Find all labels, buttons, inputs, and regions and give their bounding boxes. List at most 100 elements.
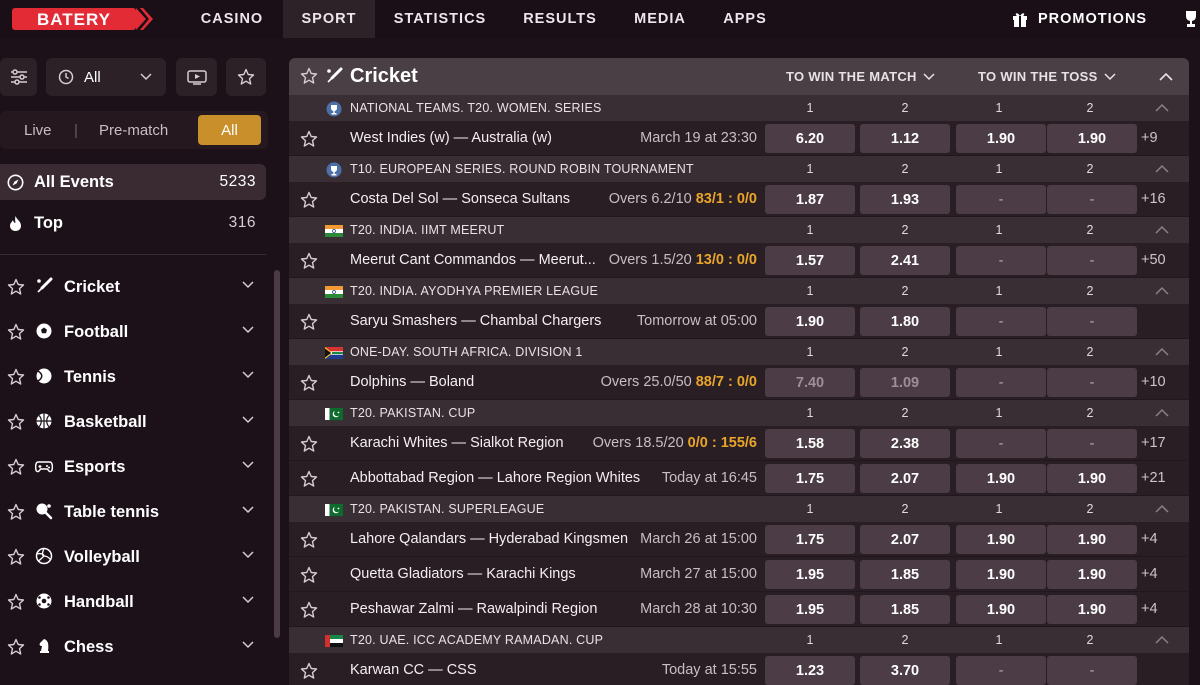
- star-icon[interactable]: [300, 374, 318, 392]
- filter-settings-button[interactable]: [0, 58, 37, 96]
- more-markets-link[interactable]: +9: [1141, 130, 1158, 146]
- odds-button[interactable]: -: [956, 185, 1046, 214]
- tab-all[interactable]: All: [198, 115, 261, 145]
- odds-button[interactable]: 7.40: [765, 368, 855, 397]
- nav-sport[interactable]: SPORT: [283, 0, 375, 38]
- star-icon[interactable]: [7, 638, 25, 656]
- nav-media[interactable]: MEDIA: [615, 0, 705, 38]
- odds-button[interactable]: 1.90: [956, 595, 1046, 624]
- sidebar-scrollbar[interactable]: [274, 270, 280, 638]
- odds-button[interactable]: -: [1047, 429, 1137, 458]
- table-row[interactable]: Karachi Whites — Sialkot Region Overs 18.…: [289, 426, 1189, 461]
- odds-button[interactable]: 2.07: [860, 525, 950, 554]
- odds-button[interactable]: -: [1047, 185, 1137, 214]
- sidebar-item-basketball[interactable]: Basketball: [0, 402, 266, 442]
- odds-button[interactable]: -: [956, 368, 1046, 397]
- odds-button[interactable]: 1.87: [765, 185, 855, 214]
- odds-button[interactable]: 1.90: [1047, 525, 1137, 554]
- nav-statistics[interactable]: STATISTICS: [375, 0, 505, 38]
- more-markets-link[interactable]: +16: [1141, 191, 1166, 207]
- odds-button[interactable]: 2.38: [860, 429, 950, 458]
- star-icon[interactable]: [7, 593, 25, 611]
- match-teams[interactable]: Dolphins — Boland: [350, 374, 474, 390]
- odds-button[interactable]: 1.90: [956, 525, 1046, 554]
- odds-button[interactable]: -: [1047, 246, 1137, 275]
- star-icon[interactable]: [300, 191, 318, 209]
- time-filter-select[interactable]: All: [46, 58, 166, 96]
- sidebar-item-esports[interactable]: Esports: [0, 447, 266, 487]
- star-icon[interactable]: [300, 601, 318, 619]
- odds-button[interactable]: 1.12: [860, 124, 950, 153]
- odds-button[interactable]: 1.90: [956, 464, 1046, 493]
- odds-button[interactable]: 1.90: [765, 307, 855, 336]
- collapse-icon[interactable]: [1155, 408, 1169, 417]
- sidebar-item-handball[interactable]: Handball: [0, 582, 266, 622]
- odds-button[interactable]: 1.90: [956, 560, 1046, 589]
- match-teams[interactable]: Abbottabad Region — Lahore Region Whites: [350, 470, 640, 486]
- more-markets-link[interactable]: +10: [1141, 374, 1166, 390]
- chevron-down-icon[interactable]: [242, 281, 254, 289]
- tab-prematch[interactable]: Pre-match: [99, 122, 168, 139]
- trophy-icon[interactable]: [1182, 10, 1200, 28]
- league-header[interactable]: T20. PAKISTAN. CUP 1 2 1 2: [289, 400, 1189, 426]
- odds-button[interactable]: 1.90: [1047, 464, 1137, 493]
- match-teams[interactable]: Karachi Whites — Sialkot Region: [350, 435, 564, 451]
- star-icon[interactable]: [300, 130, 318, 148]
- more-markets-link[interactable]: +4: [1141, 531, 1158, 547]
- sidebar-item-top[interactable]: Top 316: [0, 205, 266, 241]
- star-icon[interactable]: [300, 470, 318, 488]
- odds-button[interactable]: 2.41: [860, 246, 950, 275]
- star-icon[interactable]: [300, 67, 318, 85]
- collapse-icon[interactable]: [1155, 286, 1169, 295]
- collapse-icon[interactable]: [1155, 164, 1169, 173]
- star-icon[interactable]: [7, 368, 25, 386]
- odds-button[interactable]: 1.23: [765, 656, 855, 685]
- collapse-icon[interactable]: [1159, 72, 1173, 81]
- match-teams[interactable]: Lahore Qalandars — Hyderabad Kingsmen: [350, 531, 628, 547]
- odds-button[interactable]: 1.90: [1047, 124, 1137, 153]
- odds-button[interactable]: 1.93: [860, 185, 950, 214]
- odds-button[interactable]: 1.75: [765, 464, 855, 493]
- star-icon[interactable]: [300, 252, 318, 270]
- odds-button[interactable]: 1.75: [765, 525, 855, 554]
- odds-button[interactable]: -: [956, 246, 1046, 275]
- sidebar-item-table-tennis[interactable]: Table tennis: [0, 492, 266, 532]
- sidebar-item-volleyball[interactable]: Volleyball: [0, 537, 266, 577]
- more-markets-link[interactable]: +17: [1141, 435, 1166, 451]
- table-row[interactable]: Lahore Qalandars — Hyderabad Kingsmen Mar…: [289, 522, 1189, 557]
- league-header[interactable]: ONE-DAY. SOUTH AFRICA. DIVISION 1 1 2 1 2: [289, 339, 1189, 365]
- league-header[interactable]: NATIONAL TEAMS. T20. WOMEN. SERIES 1 2 1 2: [289, 95, 1189, 121]
- table-row[interactable]: Meerut Cant Commandos — Meerut... Overs 1…: [289, 243, 1189, 278]
- table-row[interactable]: West Indies (w) — Australia (w) March 19 …: [289, 121, 1189, 156]
- tab-live[interactable]: Live: [24, 122, 52, 139]
- star-icon[interactable]: [7, 458, 25, 476]
- match-teams[interactable]: Saryu Smashers — Chambal Chargers: [350, 313, 601, 329]
- odds-button[interactable]: 3.70: [860, 656, 950, 685]
- table-row[interactable]: Saryu Smashers — Chambal Chargers Tomorro…: [289, 304, 1189, 339]
- star-icon[interactable]: [7, 413, 25, 431]
- odds-button[interactable]: -: [1047, 307, 1137, 336]
- star-icon[interactable]: [7, 323, 25, 341]
- more-markets-link[interactable]: +4: [1141, 566, 1158, 582]
- sidebar-item-football[interactable]: Football: [0, 312, 266, 352]
- table-row[interactable]: Costa Del Sol — Sonseca Sultans Overs 6.2…: [289, 182, 1189, 217]
- table-row[interactable]: Dolphins — Boland Overs 25.0/50 88/7 : 0/…: [289, 365, 1189, 400]
- odds-button[interactable]: -: [1047, 368, 1137, 397]
- chevron-down-icon[interactable]: [242, 551, 254, 559]
- odds-button[interactable]: -: [956, 429, 1046, 458]
- odds-button[interactable]: 1.58: [765, 429, 855, 458]
- collapse-icon[interactable]: [1155, 103, 1169, 112]
- odds-button[interactable]: 1.90: [956, 124, 1046, 153]
- star-icon[interactable]: [7, 503, 25, 521]
- market-to-win-match[interactable]: TO WIN THE MATCH: [786, 69, 935, 84]
- table-row[interactable]: Abbottabad Region — Lahore Region Whites…: [289, 461, 1189, 496]
- odds-button[interactable]: 6.20: [765, 124, 855, 153]
- match-teams[interactable]: Peshawar Zalmi — Rawalpindi Region: [350, 601, 597, 617]
- batery-logo[interactable]: BATERY: [12, 8, 154, 30]
- league-header[interactable]: T20. UAE. ICC ACADEMY RAMADAN. CUP 1 2 1 2: [289, 627, 1189, 653]
- star-icon[interactable]: [300, 662, 318, 680]
- league-header[interactable]: T10. EUROPEAN SERIES. ROUND ROBIN TOURNA…: [289, 156, 1189, 182]
- star-icon[interactable]: [300, 566, 318, 584]
- odds-button[interactable]: 1.85: [860, 595, 950, 624]
- more-markets-link[interactable]: +21: [1141, 470, 1166, 486]
